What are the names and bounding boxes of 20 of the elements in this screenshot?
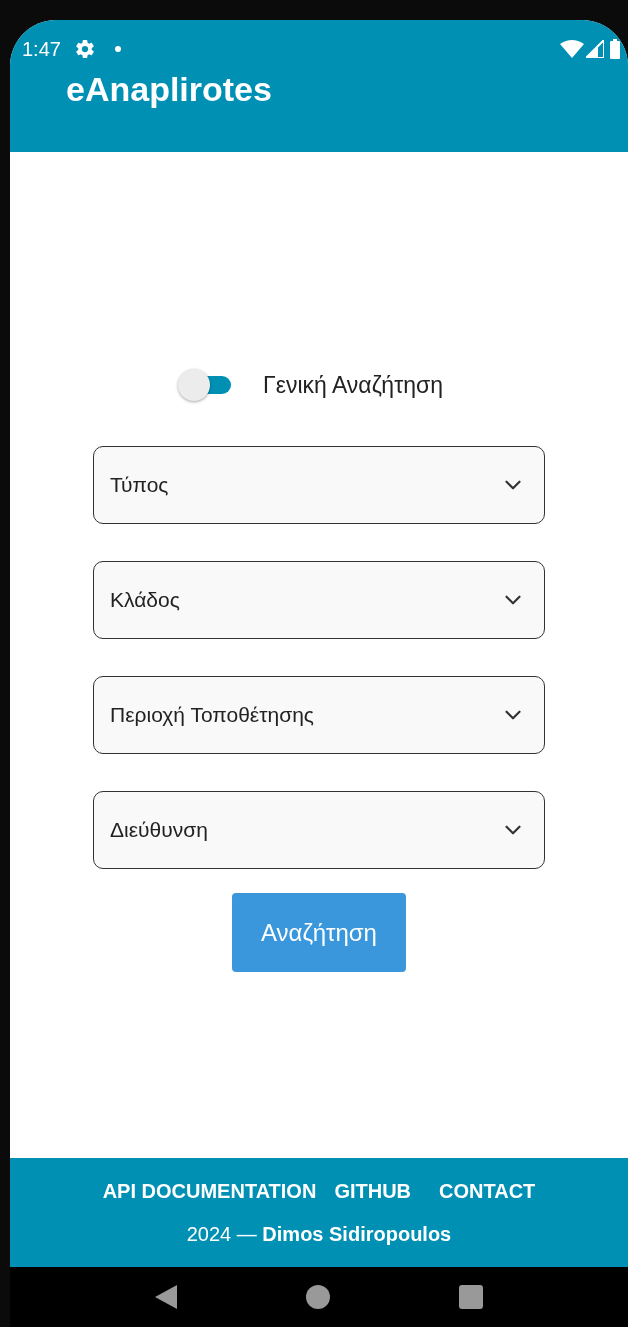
back-icon[interactable]: [154, 1285, 177, 1309]
recents-icon[interactable]: [459, 1285, 484, 1309]
notification-dot-icon: [114, 46, 121, 52]
footer-link[interactable]: API DOCUMENTATION: [102, 1179, 317, 1203]
app-title: eAnaplirotes: [66, 70, 272, 109]
signal-icon: [586, 40, 604, 58]
status-time: 1:47: [22, 37, 61, 61]
home-icon[interactable]: [306, 1285, 330, 1309]
dropdown-field[interactable]: Περιοχή Τοποθέτησης: [93, 676, 545, 754]
footer-credit: 2024 — Dimos Sidiropoulos: [186, 1222, 452, 1246]
switch-label: Γενική Αναζήτηση: [262, 371, 443, 399]
battery-icon: [610, 39, 620, 59]
footer-link[interactable]: GITHUB: [334, 1179, 412, 1203]
settings-icon: [74, 39, 95, 59]
dropdown-field[interactable]: Τύπος: [93, 446, 545, 524]
wifi-icon: [560, 40, 584, 58]
footer-link[interactable]: CONTACT: [439, 1179, 536, 1203]
general-search-switch[interactable]: [176, 368, 233, 402]
dropdown-field[interactable]: Κλάδος: [93, 561, 545, 639]
dropdown-field[interactable]: Διεύθυνση: [93, 791, 545, 869]
